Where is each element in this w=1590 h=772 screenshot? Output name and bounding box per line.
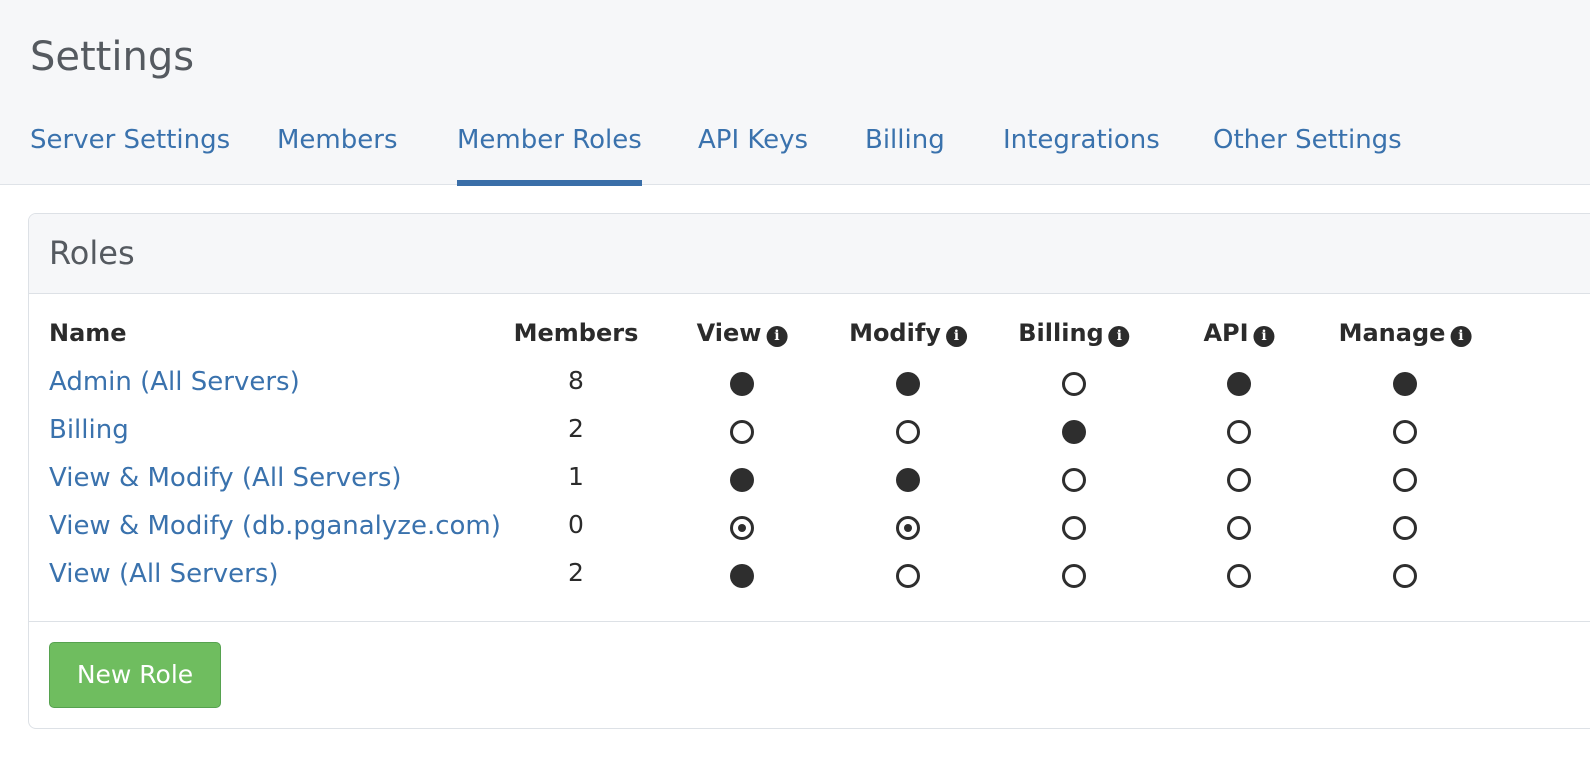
manage-permission-icon xyxy=(1393,564,1417,588)
members-count: 1 xyxy=(568,462,584,491)
modify-permission-icon xyxy=(896,468,920,492)
manage-permission-icon xyxy=(1393,468,1417,492)
view-permission-icon xyxy=(730,516,754,540)
column-header-api-label: API xyxy=(1203,319,1249,347)
billing-permission-icon xyxy=(1062,372,1086,396)
column-header-modify-label: Modify xyxy=(849,319,941,347)
role-name-link[interactable]: View & Modify (db.pganalyze.com) xyxy=(49,508,501,544)
view-permission-icon xyxy=(730,420,754,444)
members-count: 2 xyxy=(568,558,584,587)
column-header-members-label: Members xyxy=(513,319,639,347)
api-permission-icon xyxy=(1227,564,1251,588)
info-icon[interactable]: i xyxy=(1253,326,1275,347)
info-icon[interactable]: i xyxy=(766,326,788,347)
roles-table: Name Members View i Modify i Billing i API i… xyxy=(29,294,1590,620)
tab-billing[interactable]: Billing xyxy=(865,116,945,186)
column-header-billing-label: Billing xyxy=(1018,319,1104,347)
tab-other-settings[interactable]: Other Settings xyxy=(1213,116,1402,186)
api-permission-icon xyxy=(1227,420,1251,444)
roles-panel-footer: New Role xyxy=(29,621,1590,728)
api-permission-icon xyxy=(1227,516,1251,540)
manage-permission-icon xyxy=(1393,420,1417,444)
roles-panel-header: Roles xyxy=(29,214,1590,294)
column-header-manage: Manage i xyxy=(1339,316,1472,350)
manage-permission-icon xyxy=(1393,516,1417,540)
column-header-manage-label: Manage xyxy=(1338,319,1446,347)
api-permission-icon xyxy=(1227,372,1251,396)
info-icon[interactable]: i xyxy=(1108,326,1130,347)
column-header-view: View i xyxy=(697,316,788,350)
modify-permission-icon xyxy=(896,516,920,540)
modify-permission-icon xyxy=(896,420,920,444)
table-row: View (All Servers) 2 xyxy=(29,556,1590,604)
panel-title: Roles xyxy=(49,234,135,272)
column-header-name-label: Name xyxy=(49,319,127,347)
view-permission-icon xyxy=(730,372,754,396)
billing-permission-icon xyxy=(1062,516,1086,540)
role-name-link[interactable]: View (All Servers) xyxy=(49,556,279,592)
members-count: 2 xyxy=(568,414,584,443)
settings-tabs: Server Settings Members Member Roles API… xyxy=(0,116,1590,186)
tab-members[interactable]: Members xyxy=(277,116,398,186)
role-name-link[interactable]: View & Modify (All Servers) xyxy=(49,460,402,496)
settings-header: Settings Server Settings Members Member … xyxy=(0,0,1590,186)
column-header-modify: Modify i xyxy=(849,316,967,350)
info-icon[interactable]: i xyxy=(1450,326,1472,347)
roles-panel: Roles Name Members View i Modify i Billing… xyxy=(28,213,1590,729)
column-header-view-label: View xyxy=(696,319,762,347)
role-name-link[interactable]: Admin (All Servers) xyxy=(49,364,300,400)
manage-permission-icon xyxy=(1393,372,1417,396)
tab-server-settings[interactable]: Server Settings xyxy=(30,116,230,186)
column-header-billing: Billing i xyxy=(1018,316,1130,350)
members-count: 0 xyxy=(568,510,584,539)
table-row: View & Modify (All Servers) 1 xyxy=(29,460,1590,508)
members-count: 8 xyxy=(568,366,584,395)
column-header-members: Members xyxy=(514,316,639,350)
billing-permission-icon xyxy=(1062,420,1086,444)
table-row: Admin (All Servers) 8 xyxy=(29,364,1590,412)
tab-api-keys[interactable]: API Keys xyxy=(698,116,808,186)
column-header-api: API i xyxy=(1203,316,1275,350)
api-permission-icon xyxy=(1227,468,1251,492)
billing-permission-icon xyxy=(1062,468,1086,492)
tab-integrations[interactable]: Integrations xyxy=(1003,116,1160,186)
view-permission-icon xyxy=(730,468,754,492)
modify-permission-icon xyxy=(896,564,920,588)
page-title: Settings xyxy=(30,34,195,80)
column-header-name: Name xyxy=(49,316,127,350)
table-row: View & Modify (db.pganalyze.com) 0 xyxy=(29,508,1590,556)
view-permission-icon xyxy=(730,564,754,588)
tab-member-roles[interactable]: Member Roles xyxy=(457,116,642,186)
info-icon[interactable]: i xyxy=(945,326,967,347)
modify-permission-icon xyxy=(896,372,920,396)
table-row: Billing 2 xyxy=(29,412,1590,460)
new-role-button[interactable]: New Role xyxy=(49,642,221,708)
billing-permission-icon xyxy=(1062,564,1086,588)
role-name-link[interactable]: Billing xyxy=(49,412,129,448)
